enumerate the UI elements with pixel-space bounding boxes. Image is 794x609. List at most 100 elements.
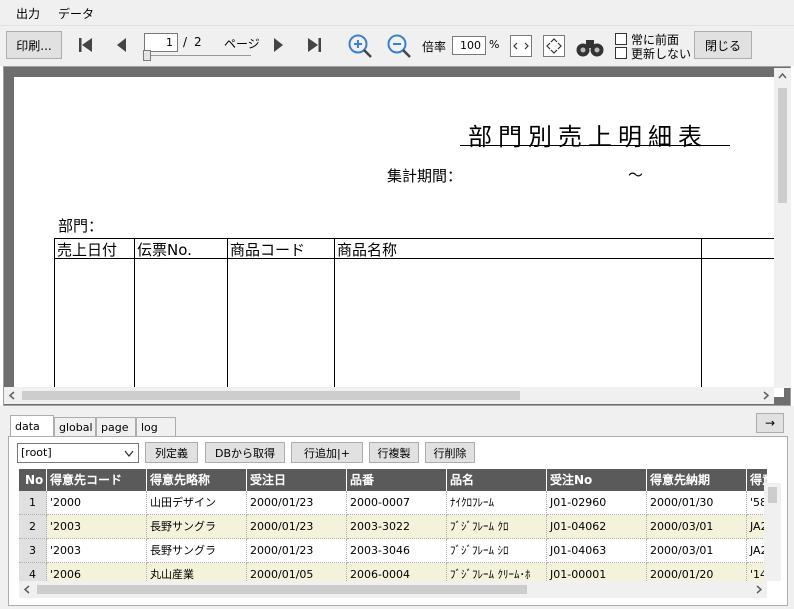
grid-cell[interactable]: 2003-3022 <box>347 515 447 539</box>
grid-scroll-left-icon[interactable] <box>19 581 35 598</box>
grid-cell[interactable]: 2000/01/05 <box>247 563 347 581</box>
always-front-checkbox[interactable] <box>615 33 627 45</box>
grid-cell[interactable]: 丸山産業 <box>147 563 247 581</box>
zoom-in-icon[interactable] <box>346 32 374 60</box>
tab-data[interactable]: data <box>10 415 54 437</box>
scroll-left-icon[interactable] <box>4 387 20 404</box>
preview-vscroll-thumb[interactable] <box>778 88 787 203</box>
prev-page-icon[interactable] <box>112 34 132 56</box>
no-update-label: 更新しない <box>631 47 692 61</box>
grid-cell[interactable]: 2000/01/23 <box>247 539 347 563</box>
report-title: 部門別売上明細表 <box>468 123 708 151</box>
arrow-right-button[interactable]: → <box>756 413 784 433</box>
fetch-from-db-button[interactable]: DBから取得 <box>205 442 285 463</box>
chevron-down-icon <box>124 450 134 458</box>
table-col-line <box>227 238 228 397</box>
grid-cell[interactable]: 山田デザイン <box>147 491 247 515</box>
grid-cell[interactable]: 長野サングラ <box>147 515 247 539</box>
grid-header-order-date[interactable]: 受注日 <box>247 469 347 491</box>
grid-cell[interactable]: '2003 <box>47 539 147 563</box>
grid-vscroll-thumb[interactable] <box>768 487 777 503</box>
grid-cell[interactable]: '2000 <box>47 491 147 515</box>
print-button[interactable]: 印刷... <box>6 31 62 59</box>
menu-output[interactable]: 出力 <box>16 5 40 22</box>
table-col-line <box>701 238 702 397</box>
grid-header-order-no[interactable]: 受注No <box>547 469 647 491</box>
grid-horizontal-scrollbar[interactable] <box>19 581 767 598</box>
node-select[interactable]: [root] <box>17 443 139 463</box>
first-page-icon[interactable] <box>76 34 96 56</box>
grid-cell[interactable]: 2006-0004 <box>347 563 447 581</box>
grid-cell[interactable]: '2006 <box>47 563 147 581</box>
col-header-slip-no: 伝票No. <box>137 241 192 259</box>
grid-cell[interactable]: 2000/01/20 <box>647 563 747 581</box>
close-button[interactable]: 閉じる <box>694 31 752 59</box>
row-number[interactable]: 4 <box>19 563 47 581</box>
grid-cell[interactable]: 2000/03/01 <box>647 515 747 539</box>
title-underline <box>460 145 730 146</box>
col-header-product-code: 商品コード <box>230 241 306 259</box>
menu-data[interactable]: データ <box>58 5 94 22</box>
no-update-checkbox[interactable] <box>615 47 627 59</box>
grid-header-no[interactable]: No <box>19 469 47 491</box>
row-number[interactable]: 2 <box>19 515 47 539</box>
grid-cell[interactable]: '2003 <box>47 515 147 539</box>
grid-header-delivery-date[interactable]: 得意先納期 <box>647 469 747 491</box>
row-number[interactable]: 1 <box>19 491 47 515</box>
next-page-icon[interactable] <box>268 34 288 56</box>
grid-header-part-name[interactable]: 品名 <box>447 469 547 491</box>
preview-hscroll-thumb[interactable] <box>22 391 520 400</box>
row-number[interactable]: 3 <box>19 539 47 563</box>
grid-cell[interactable]: 2000-0007 <box>347 491 447 515</box>
tab-global[interactable]: global <box>54 417 96 437</box>
grid-cell[interactable]: 2000/01/23 <box>247 491 347 515</box>
grid-vertical-scrollbar[interactable] <box>764 483 781 581</box>
grid-cell[interactable]: J01-02960 <box>547 491 647 515</box>
zoom-out-icon[interactable] <box>385 32 413 60</box>
search-binoculars-icon[interactable] <box>575 35 605 59</box>
grid-cell[interactable]: 2000/01/30 <box>647 491 747 515</box>
grid-cell[interactable]: ﾌﾞｼﾞﾌﾚｰﾑ ｸﾘｰﾑ･ﾎ <box>447 563 547 581</box>
table-col-line <box>334 238 335 397</box>
grid-cell[interactable]: ﾌﾞｼﾞﾌﾚｰﾑ ｸﾛ <box>447 515 547 539</box>
zoom-label: 倍率 <box>422 40 447 54</box>
preview-horizontal-scrollbar[interactable] <box>4 387 774 404</box>
page-slider-track <box>145 55 251 56</box>
scroll-right-icon[interactable] <box>758 387 774 404</box>
grid-cell[interactable]: ﾅｲｸﾛﾌﾚｰﾑ <box>447 491 547 515</box>
tab-log[interactable]: log <box>136 417 176 437</box>
table-col-line <box>54 238 55 397</box>
zoom-unit: % <box>489 38 500 51</box>
fit-width-icon[interactable] <box>510 35 532 57</box>
grid-cell[interactable]: 2003-3046 <box>347 539 447 563</box>
grid-cell[interactable]: J01-00001 <box>547 563 647 581</box>
last-page-icon[interactable] <box>304 34 324 56</box>
grid-cell[interactable]: J01-04063 <box>547 539 647 563</box>
tab-page[interactable]: page <box>96 417 136 437</box>
department-label: 部門： <box>58 217 104 235</box>
scroll-up-icon[interactable] <box>774 68 791 84</box>
node-select-value: [root] <box>21 446 52 459</box>
col-header-sales-date: 売上日付 <box>57 241 118 259</box>
zoom-input[interactable]: 100 <box>452 36 486 55</box>
delete-row-button[interactable]: 行削除 <box>425 442 475 463</box>
grid-header-customer-name[interactable]: 得意先略称 <box>147 469 247 491</box>
grid-hscroll-thumb[interactable] <box>37 585 527 594</box>
page-unit-label: ページ <box>224 37 260 51</box>
fit-page-icon[interactable] <box>543 35 565 57</box>
grid-cell[interactable]: 長野サングラ <box>147 539 247 563</box>
grid-scroll-right-icon[interactable] <box>751 581 767 598</box>
preview-vertical-scrollbar[interactable] <box>774 68 791 388</box>
grid-cell[interactable]: 2000/03/01 <box>647 539 747 563</box>
duplicate-row-button[interactable]: 行複製 <box>369 442 419 463</box>
page-slider-thumb[interactable] <box>143 50 151 61</box>
grid-cell[interactable]: J01-04062 <box>547 515 647 539</box>
grid-header-customer-code[interactable]: 得意先コード <box>47 469 147 491</box>
grid-cell[interactable]: 2000/01/23 <box>247 515 347 539</box>
add-row-button[interactable]: 行追加|+ <box>291 442 363 463</box>
column-definition-button[interactable]: 列定義 <box>145 442 198 463</box>
grid-header-part-no[interactable]: 品番 <box>347 469 447 491</box>
page-separator: / <box>183 35 188 49</box>
grid-cell[interactable]: ﾌﾞｼﾞﾌﾚｰﾑ ｼﾛ <box>447 539 547 563</box>
menu-bar: 出力 データ <box>0 0 794 26</box>
